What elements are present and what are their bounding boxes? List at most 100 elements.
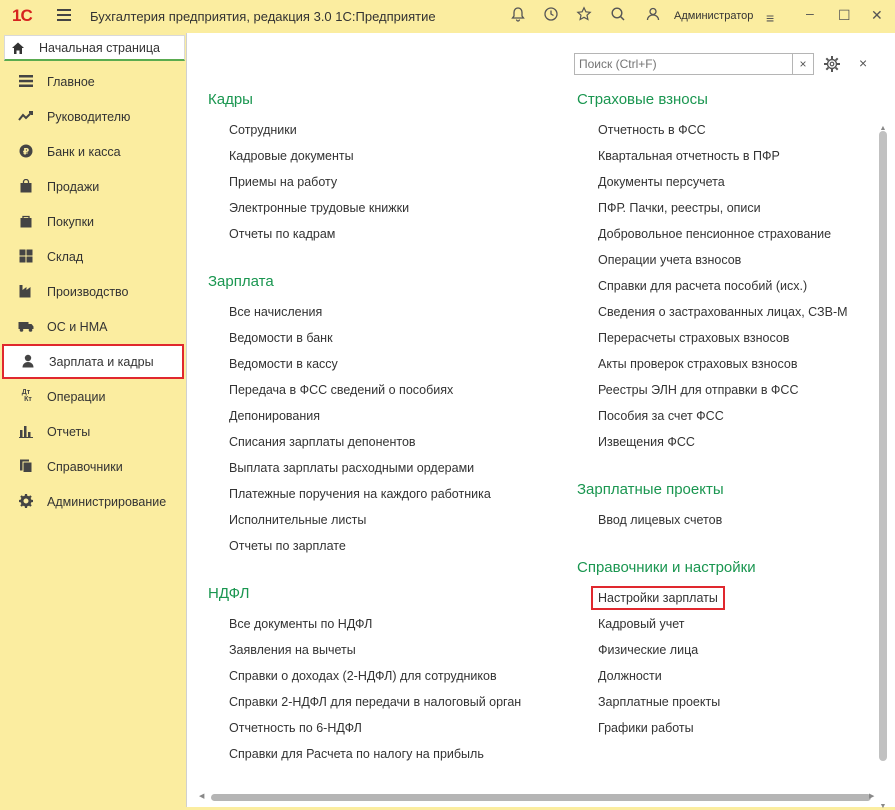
bell-icon[interactable] <box>508 6 528 26</box>
section-title-kadry: Кадры <box>208 91 253 108</box>
link-2ndfl-tax-office[interactable]: Справки 2-НДФЛ для передачи в налоговый … <box>229 695 521 709</box>
sidebar-item-salary[interactable]: Зарплата и кадры <box>2 344 184 379</box>
link-recalculations[interactable]: Перерасчеты страховых взносов <box>598 331 789 345</box>
section-title-salary: Зарплата <box>208 273 274 290</box>
sidebar-item-label: Производство <box>47 284 129 299</box>
link-pfr-packs[interactable]: ПФР. Пачки, реестры, описи <box>598 201 761 215</box>
link-salary-projects-catalog[interactable]: Зарплатные проекты <box>598 695 720 709</box>
section-title-salary-projects: Зарплатные проекты <box>577 481 724 498</box>
link-all-accruals[interactable]: Все начисления <box>229 305 322 319</box>
vertical-scroll-thumb[interactable] <box>879 131 887 761</box>
link-6ndfl-reports[interactable]: Отчетность по 6-НДФЛ <box>229 721 362 735</box>
history-icon[interactable] <box>541 6 561 26</box>
maximize-icon[interactable]: ☐ <box>838 7 851 24</box>
sidebar-item-warehouse[interactable]: Склад <box>0 239 186 274</box>
settings-gear-icon[interactable] <box>823 55 841 73</box>
trend-icon <box>18 109 34 125</box>
sidebar-item-catalogs[interactable]: Справочники <box>0 449 186 484</box>
user-icon[interactable] <box>643 6 663 26</box>
scroll-left-icon[interactable]: ◀ <box>199 792 204 800</box>
sidebar-item-reports[interactable]: Отчеты <box>0 414 186 449</box>
gear-icon <box>18 493 34 510</box>
cart-icon <box>18 214 34 230</box>
link-hr-reports[interactable]: Отчеты по кадрам <box>229 227 335 241</box>
sidebar-item-manager[interactable]: Руководителю <box>0 99 186 134</box>
search-icon[interactable] <box>608 6 628 26</box>
link-voluntary-pension[interactable]: Добровольное пенсионное страхование <box>598 227 831 241</box>
link-fss-notices[interactable]: Извещения ФСС <box>598 435 695 449</box>
sidebar-item-purchases[interactable]: Покупки <box>0 204 186 239</box>
link-cash-payouts[interactable]: Выплата зарплаты расходными ордерами <box>229 461 474 475</box>
search-input[interactable] <box>575 54 796 74</box>
truck-icon <box>18 319 34 335</box>
person-icon <box>20 354 36 370</box>
link-hr-documents[interactable]: Кадровые документы <box>229 149 354 163</box>
link-salary-settings[interactable]: Настройки зарплаты <box>591 586 725 610</box>
section-title-insurance: Страховые взносы <box>577 91 708 108</box>
link-fss-benefits[interactable]: Передача в ФСС сведений о пособиях <box>229 383 453 397</box>
tab-home[interactable]: Начальная страница <box>4 35 185 61</box>
books-icon <box>18 459 34 475</box>
warehouse-icon <box>18 249 34 265</box>
sidebar-item-admin[interactable]: Администрирование <box>0 484 186 519</box>
search-clear-icon[interactable]: × <box>792 54 813 74</box>
link-eln-registers[interactable]: Реестры ЭЛН для отправки в ФСС <box>598 383 799 397</box>
user-name[interactable]: Администратор <box>674 10 753 22</box>
link-hr-accounting[interactable]: Кадровый учет <box>598 617 685 631</box>
star-icon[interactable] <box>574 6 594 26</box>
link-personal-accounts[interactable]: Ввод лицевых счетов <box>598 513 722 527</box>
link-writs[interactable]: Исполнительные листы <box>229 513 366 527</box>
link-deposit-writeoffs[interactable]: Списания зарплаты депонентов <box>229 435 416 449</box>
link-pfr-quarterly[interactable]: Квартальная отчетность в ПФР <box>598 149 780 163</box>
link-szv-m[interactable]: Сведения о застрахованных лицах, СЗВ-М <box>598 305 848 319</box>
link-payment-orders[interactable]: Платежные поручения на каждого работника <box>229 487 491 501</box>
horizontal-scroll-thumb[interactable] <box>211 794 871 801</box>
link-audit-acts[interactable]: Акты проверок страховых взносов <box>598 357 797 371</box>
tab-home-label: Начальная страница <box>39 40 160 55</box>
link-e-workbooks[interactable]: Электронные трудовые книжки <box>229 201 409 215</box>
coin-icon: ₽ <box>18 144 34 160</box>
link-benefit-certs[interactable]: Справки для расчета пособий (исх.) <box>598 279 807 293</box>
close-panel-icon[interactable]: × <box>859 55 867 71</box>
link-deduction-claims[interactable]: Заявления на вычеты <box>229 643 356 657</box>
sidebar-item-label: Руководителю <box>47 109 131 124</box>
sidebar-item-main[interactable]: Главное <box>0 64 186 99</box>
options-chevron-icon[interactable]: ≡ <box>766 10 774 26</box>
link-salary-reports[interactable]: Отчеты по зарплате <box>229 539 346 553</box>
horizontal-scrollbar[interactable]: ◀ ▶ <box>199 793 879 803</box>
sidebar-item-label: Администрирование <box>47 494 167 509</box>
scroll-right-icon[interactable]: ▶ <box>869 792 874 800</box>
link-employees[interactable]: Сотрудники <box>229 123 297 137</box>
shopping-bag-icon <box>18 178 34 195</box>
sidebar-item-operations[interactable]: Дт Кт Операции <box>0 379 186 414</box>
link-individuals[interactable]: Физические лица <box>598 643 698 657</box>
link-bank-statements[interactable]: Ведомости в банк <box>229 331 333 345</box>
link-personal-records[interactable]: Документы персучета <box>598 175 725 189</box>
link-2ndfl-employees[interactable]: Справки о доходах (2-НДФЛ) для сотрудник… <box>229 669 497 683</box>
link-work-schedules[interactable]: Графики работы <box>598 721 694 735</box>
link-profit-tax-certs[interactable]: Справки для Расчета по налогу на прибыль <box>229 747 484 761</box>
link-deposits[interactable]: Депонирования <box>229 409 320 423</box>
link-all-ndfl-docs[interactable]: Все документы по НДФЛ <box>229 617 372 631</box>
sidebar-item-sales[interactable]: Продажи <box>0 169 186 204</box>
app-logo: 1С <box>12 6 33 25</box>
sidebar-item-production[interactable]: Производство <box>0 274 186 309</box>
dt-kt-icon: Дт Кт <box>20 388 32 403</box>
sidebar: Главное Руководителю ₽ Банк и касса Прод… <box>0 64 186 519</box>
minimize-icon[interactable]: – <box>806 5 814 21</box>
vertical-scrollbar[interactable]: ▲ ▼ <box>878 83 888 810</box>
sidebar-item-label: Покупки <box>47 214 95 229</box>
link-cash-statements[interactable]: Ведомости в кассу <box>229 357 338 371</box>
link-fss-benefits-paid[interactable]: Пособия за счет ФСС <box>598 409 724 423</box>
link-hirings[interactable]: Приемы на работу <box>229 175 337 189</box>
menu-burger-icon[interactable] <box>57 9 71 21</box>
link-positions[interactable]: Должности <box>598 669 662 683</box>
link-fss-reporting[interactable]: Отчетность в ФСС <box>598 123 706 137</box>
sidebar-item-bank[interactable]: ₽ Банк и касса <box>0 134 186 169</box>
svg-text:₽: ₽ <box>23 147 29 157</box>
sidebar-item-label: Зарплата и кадры <box>49 354 154 369</box>
link-contribution-ops[interactable]: Операции учета взносов <box>598 253 741 267</box>
close-icon[interactable]: ✕ <box>871 7 883 24</box>
app-title: Бухгалтерия предприятия, редакция 3.0 1С… <box>90 9 436 24</box>
sidebar-item-assets[interactable]: ОС и НМА <box>0 309 186 344</box>
